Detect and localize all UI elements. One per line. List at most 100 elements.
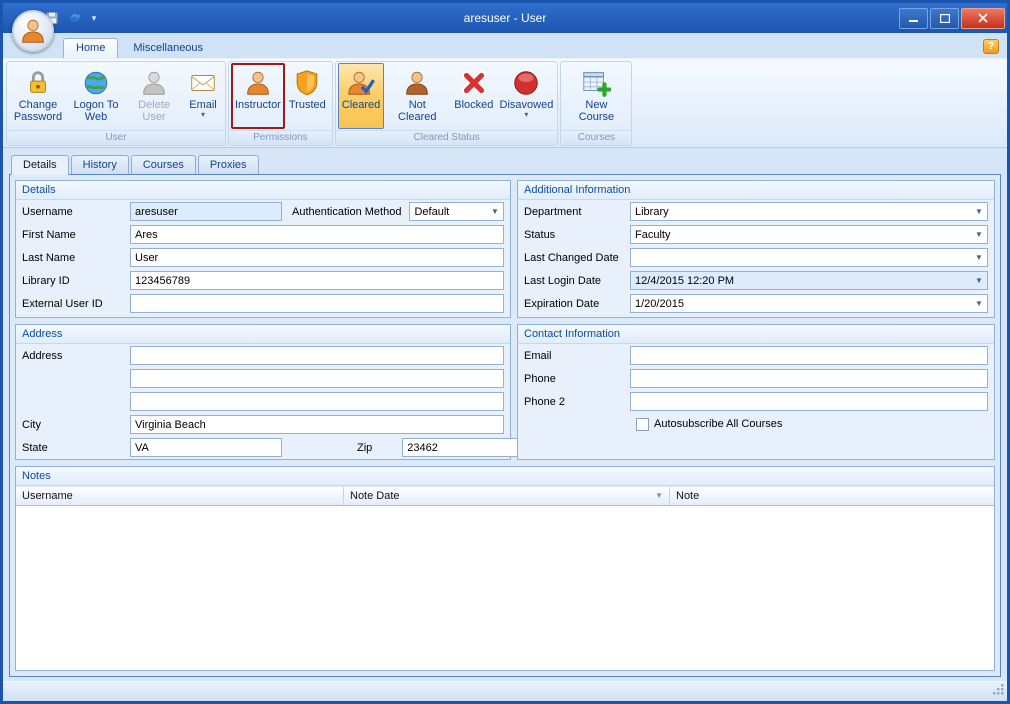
- phone-label: Phone: [524, 373, 630, 385]
- column-header-username[interactable]: Username: [16, 487, 344, 505]
- address-line2-field[interactable]: [130, 369, 504, 388]
- resize-grip[interactable]: [991, 682, 1005, 699]
- delete-user-button[interactable]: Delete User: [125, 63, 183, 129]
- button-label: Blocked: [454, 99, 493, 111]
- authentication-method-combo[interactable]: Default ▼: [409, 202, 504, 221]
- envelope-icon: [188, 67, 218, 99]
- minimize-button[interactable]: [899, 8, 928, 29]
- expiration-date-combo[interactable]: 1/20/2015 ▼: [630, 294, 988, 313]
- combo-value: Default: [414, 206, 487, 218]
- trusted-button[interactable]: Trusted: [285, 63, 330, 129]
- last-login-date-label: Last Login Date: [524, 275, 630, 287]
- instructor-button[interactable]: Instructor: [231, 63, 285, 129]
- groupbox-additional-title: Additional Information: [518, 181, 994, 200]
- chevron-down-icon: ▼: [972, 227, 986, 242]
- chevron-down-icon: ▼: [972, 296, 986, 311]
- phone2-field[interactable]: [630, 392, 988, 411]
- phone-field[interactable]: [630, 369, 988, 388]
- last-changed-date-combo[interactable]: ▼: [630, 248, 988, 267]
- groupbox-contact-title: Contact Information: [518, 325, 994, 344]
- authentication-method-label: Authentication Method: [292, 206, 401, 218]
- button-label: Cleared: [342, 99, 381, 111]
- phone2-label: Phone 2: [524, 396, 630, 408]
- ribbon-tab-home[interactable]: Home: [63, 38, 118, 58]
- email-field[interactable]: [630, 346, 988, 365]
- red-x-icon: [459, 67, 489, 99]
- state-field[interactable]: [130, 438, 282, 457]
- tab-history[interactable]: History: [71, 155, 129, 174]
- window-controls: [899, 8, 1007, 29]
- group-caption-user: User: [7, 130, 225, 145]
- user-check-icon: [346, 67, 376, 99]
- address-line1-field[interactable]: [130, 346, 504, 365]
- user-icon: [402, 67, 432, 99]
- status-combo[interactable]: Faculty ▼: [630, 225, 988, 244]
- delete-user-icon: [139, 67, 169, 99]
- disavowed-button[interactable]: Disavowed ▾: [497, 63, 555, 129]
- maximize-button[interactable]: [930, 8, 959, 29]
- document-tabs: Details History Courses Proxies: [11, 154, 1001, 174]
- column-header-label: Note Date: [350, 490, 400, 502]
- ribbon-tab-miscellaneous[interactable]: Miscellaneous: [120, 38, 216, 58]
- chevron-down-icon: ▼: [972, 204, 986, 219]
- groupbox-contact-information: Contact Information Email Phone Phone 2: [517, 324, 995, 460]
- user-avatar-icon: [18, 16, 48, 46]
- first-name-field[interactable]: [130, 225, 504, 244]
- groupbox-notes-title: Notes: [16, 467, 994, 486]
- blocked-button[interactable]: Blocked: [450, 63, 497, 129]
- username-field[interactable]: [130, 202, 282, 221]
- library-id-field[interactable]: [130, 271, 504, 290]
- titlebar: ▾ aresuser - User: [3, 3, 1007, 33]
- stop-icon: [511, 67, 541, 99]
- status-label: Status: [524, 229, 630, 241]
- close-button[interactable]: [961, 8, 1005, 29]
- qat-dropdown-icon[interactable]: ▾: [88, 13, 100, 24]
- address-line3-field[interactable]: [130, 392, 504, 411]
- change-password-button[interactable]: Change Password: [9, 63, 67, 129]
- tab-proxies[interactable]: Proxies: [198, 155, 259, 174]
- sync-icon[interactable]: [65, 8, 85, 28]
- email-button[interactable]: Email ▾: [183, 63, 223, 129]
- column-header-note[interactable]: Note: [670, 487, 994, 505]
- combo-value: Library: [635, 206, 971, 218]
- groupbox-address: Address Address City: [15, 324, 511, 460]
- cleared-button[interactable]: Cleared: [338, 63, 385, 129]
- first-name-label: First Name: [22, 229, 130, 241]
- button-label: Delete User: [129, 99, 179, 123]
- dropdown-arrow-icon: ▾: [201, 111, 205, 118]
- button-label: Change Password: [13, 99, 63, 123]
- not-cleared-button[interactable]: Not Cleared: [384, 63, 450, 129]
- button-label: Trusted: [289, 99, 326, 111]
- state-label: State: [22, 442, 130, 454]
- help-icon[interactable]: ?: [983, 39, 999, 54]
- globe-icon: [81, 67, 111, 99]
- logon-to-web-button[interactable]: Logon To Web: [67, 63, 125, 129]
- chevron-down-icon: ▼: [972, 250, 986, 265]
- button-label: Instructor: [235, 99, 281, 111]
- tab-courses[interactable]: Courses: [131, 155, 196, 174]
- chevron-down-icon: ▼: [488, 204, 502, 219]
- autosubscribe-label: Autosubscribe All Courses: [654, 418, 782, 430]
- last-name-field[interactable]: [130, 248, 504, 267]
- button-label: Logon To Web: [71, 99, 121, 123]
- groupbox-additional-information: Additional Information Department Librar…: [517, 180, 995, 318]
- tab-details[interactable]: Details: [11, 155, 69, 175]
- external-user-id-label: External User ID: [22, 298, 130, 310]
- notes-table-body[interactable]: [16, 506, 994, 670]
- last-login-date-combo[interactable]: 12/4/2015 12:20 PM ▼: [630, 271, 988, 290]
- department-combo[interactable]: Library ▼: [630, 202, 988, 221]
- statusbar: [3, 681, 1007, 701]
- button-label: Not Cleared: [388, 99, 446, 123]
- application-orb[interactable]: [12, 10, 54, 52]
- zip-label: Zip: [357, 442, 372, 454]
- combo-value: 1/20/2015: [635, 298, 971, 310]
- ribbon: Change Password Logon To Web Delete User: [3, 58, 1007, 148]
- instructor-icon: [243, 67, 273, 99]
- external-user-id-field[interactable]: [130, 294, 504, 313]
- column-header-note-date[interactable]: Note Date ▼: [344, 487, 670, 505]
- city-field[interactable]: [130, 415, 504, 434]
- group-caption-courses: Courses: [561, 130, 631, 145]
- autosubscribe-checkbox[interactable]: [636, 418, 649, 431]
- new-course-button[interactable]: New Course: [563, 63, 629, 129]
- chevron-down-icon: ▼: [972, 273, 986, 288]
